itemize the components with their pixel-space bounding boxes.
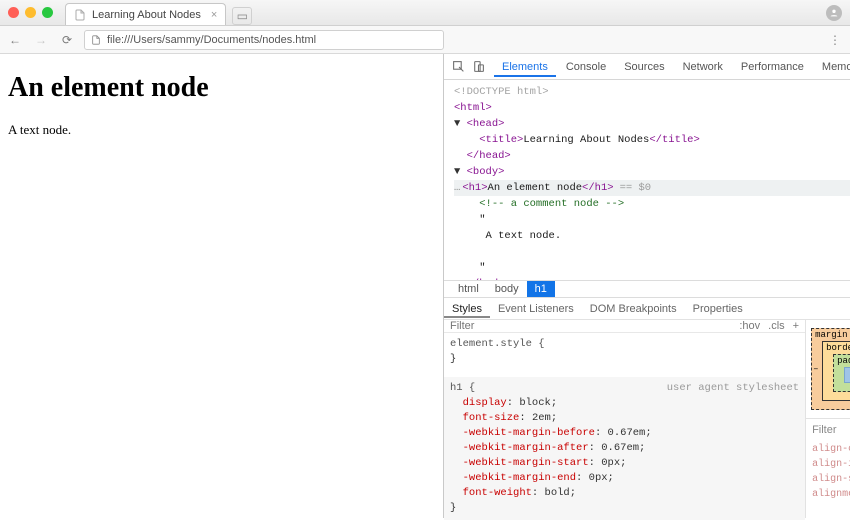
css-declaration[interactable]: -webkit-margin-start: 0px;: [450, 456, 799, 471]
styletab-eventlisteners[interactable]: Event Listeners: [490, 300, 582, 318]
address-bar: ← → ⟳ file:///Users/sammy/Documents/node…: [0, 26, 850, 54]
css-declaration[interactable]: -webkit-margin-end: 0px;: [450, 471, 799, 486]
ua-stylesheet-label: user agent stylesheet: [667, 381, 799, 396]
page-heading: An element node: [8, 72, 435, 104]
css-declaration[interactable]: -webkit-margin-before: 0.67em;: [450, 426, 799, 441]
close-window-button[interactable]: [8, 7, 19, 18]
back-button[interactable]: ←: [6, 31, 24, 49]
devtools-toolbar: Elements Console Sources Network Perform…: [444, 54, 850, 80]
css-declaration[interactable]: -webkit-margin-after: 0.67em;: [450, 441, 799, 456]
dom-head-close[interactable]: </head>: [467, 150, 511, 162]
styletab-properties[interactable]: Properties: [685, 300, 751, 318]
breadcrumb-bar: html body h1: [444, 280, 850, 298]
page-icon: [74, 9, 86, 21]
crumb-body[interactable]: body: [487, 281, 527, 297]
ua-style-block[interactable]: user agent stylesheet h1 { display: bloc…: [444, 377, 805, 520]
zoom-window-button[interactable]: [42, 7, 53, 18]
device-toggle-icon[interactable]: [470, 59, 486, 75]
devtools-tabs: Elements Console Sources Network Perform…: [494, 57, 850, 77]
box-content-size: 642 × 37: [844, 367, 850, 383]
dom-head-open[interactable]: <head>: [467, 118, 505, 130]
tab-close-icon[interactable]: ×: [211, 9, 217, 21]
element-style-block[interactable]: element.style {}: [444, 333, 805, 377]
add-rule-icon[interactable]: +: [793, 320, 799, 332]
page-viewport: An element node A text node.: [0, 54, 444, 518]
tab-console[interactable]: Console: [558, 57, 614, 77]
reload-button[interactable]: ⟳: [58, 31, 76, 49]
styles-filter-bar: :hov .cls +: [444, 320, 805, 333]
inspect-icon[interactable]: [450, 59, 466, 75]
computed-filter-bar: Filter Show all: [806, 418, 850, 440]
dom-tree[interactable]: <!DOCTYPE html> <html> ▼ <head> <title>L…: [444, 80, 850, 280]
new-tab-button[interactable]: ▭: [232, 7, 252, 25]
computed-list[interactable]: align-contentnormal align-itemsnormal al…: [806, 440, 850, 504]
dom-html-open[interactable]: <html>: [454, 102, 492, 114]
devtools-panel: Elements Console Sources Network Perform…: [444, 54, 850, 518]
dom-doctype[interactable]: <!DOCTYPE html>: [454, 84, 850, 100]
styles-filter-input[interactable]: [450, 320, 731, 332]
cls-toggle[interactable]: .cls: [768, 320, 785, 332]
window-titlebar: Learning About Nodes × ▭: [0, 0, 850, 26]
tab-memory[interactable]: Memory: [814, 57, 850, 77]
box-model[interactable]: margin 21.440 – – border – padding – 642…: [806, 320, 850, 418]
tab-strip: Learning About Nodes × ▭: [65, 0, 252, 25]
url-text: file:///Users/sammy/Documents/nodes.html: [107, 34, 316, 46]
browser-tab[interactable]: Learning About Nodes ×: [65, 3, 226, 25]
forward-button[interactable]: →: [32, 31, 50, 49]
css-declaration[interactable]: font-size: 2em;: [450, 411, 799, 426]
css-declaration[interactable]: font-weight: bold;: [450, 486, 799, 501]
tab-performance[interactable]: Performance: [733, 57, 812, 77]
url-box[interactable]: file:///Users/sammy/Documents/nodes.html: [84, 30, 444, 50]
tab-sources[interactable]: Sources: [616, 57, 672, 77]
computed-filter-label: Filter: [812, 424, 836, 436]
tab-network[interactable]: Network: [675, 57, 731, 77]
traffic-lights: [8, 7, 53, 18]
styletab-styles[interactable]: Styles: [444, 300, 490, 318]
dom-selected-h1[interactable]: … <h1>An element node</h1>== $0: [454, 180, 850, 196]
page-text: A text node.: [8, 122, 435, 138]
hov-toggle[interactable]: :hov: [739, 320, 760, 332]
dom-comment[interactable]: <!-- a comment node -->: [479, 198, 624, 210]
browser-menu-icon[interactable]: ⋮: [826, 31, 844, 49]
styletab-dombreakpoints[interactable]: DOM Breakpoints: [582, 300, 685, 318]
file-icon: [91, 35, 101, 45]
crumb-html[interactable]: html: [450, 281, 487, 297]
dom-title-open[interactable]: <title>: [479, 134, 523, 146]
styles-tabbar: Styles Event Listeners DOM Breakpoints P…: [444, 298, 850, 320]
dom-body-open[interactable]: <body>: [467, 166, 505, 178]
crumb-h1[interactable]: h1: [527, 281, 555, 297]
minimize-window-button[interactable]: [25, 7, 36, 18]
profile-avatar[interactable]: [826, 5, 842, 21]
tab-title: Learning About Nodes: [92, 9, 201, 21]
css-declaration[interactable]: display: block;: [450, 396, 799, 411]
tab-elements[interactable]: Elements: [494, 57, 556, 77]
